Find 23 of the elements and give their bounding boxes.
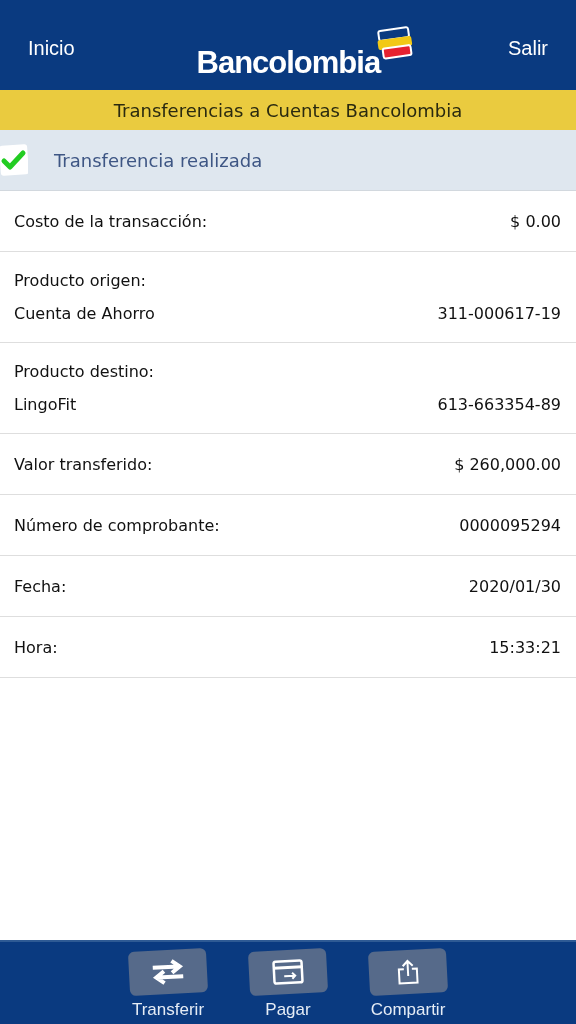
field-label: Producto origen:: [14, 271, 147, 290]
field-value: 2020/01/30: [468, 576, 561, 596]
exit-link[interactable]: Salir: [508, 37, 548, 60]
swap-arrows-icon: [150, 958, 186, 986]
bank-logo: Bancolombia: [196, 47, 381, 78]
field-label: Valor transferido:: [14, 454, 153, 474]
field-label: Hora:: [14, 637, 58, 657]
field-label: Fecha:: [14, 576, 67, 596]
field-value: 613-663354-89: [437, 395, 561, 414]
field-label: Número de comprobante:: [14, 515, 220, 535]
home-link[interactable]: Inicio: [28, 37, 75, 60]
field-label: Costo de la transacción:: [14, 211, 208, 231]
field-detail: LingoFit: [14, 395, 77, 414]
field-value: 15:33:21: [489, 637, 561, 657]
status-message: Transferencia realizada: [54, 149, 263, 171]
field-detail: Cuenta de Ahorro: [14, 304, 155, 323]
field-value: $ 0.00: [510, 211, 561, 231]
section-title: Transferencias a Cuentas Bancolombia: [113, 99, 463, 121]
field-value: 0000095294: [459, 515, 561, 535]
card-icon: [271, 958, 305, 986]
field-value: $ 260,000.00: [454, 454, 561, 474]
field-label: Producto destino:: [14, 362, 155, 381]
field-value: 311-000617-19: [437, 304, 561, 323]
